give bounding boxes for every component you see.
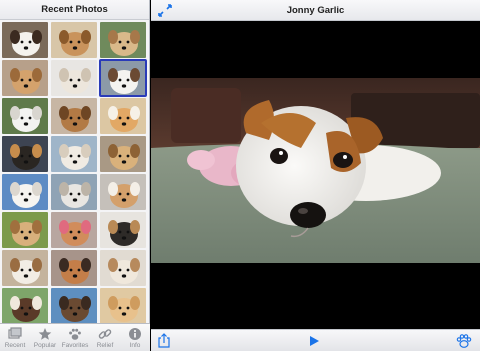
tab-popular[interactable]: Popular xyxy=(30,324,60,351)
photo-viewer: Jonny Garlic xyxy=(151,0,480,351)
photo-thumbnail[interactable] xyxy=(99,59,147,97)
tab-recent[interactable]: Recent xyxy=(0,324,30,351)
photo-thumbnail[interactable] xyxy=(51,98,97,134)
photo-thumbnail[interactable] xyxy=(51,174,97,210)
photo-thumbnail[interactable] xyxy=(2,212,48,248)
tab-label: Popular xyxy=(33,342,57,349)
photo-thumbnail[interactable] xyxy=(2,250,48,286)
photo-thumbnail[interactable] xyxy=(100,212,146,248)
tab-label: Relief xyxy=(96,342,114,349)
viewer-bottom-bar xyxy=(151,329,480,351)
photo-thumbnail[interactable] xyxy=(51,212,97,248)
tab-info[interactable]: Info xyxy=(120,324,150,351)
share-icon[interactable] xyxy=(158,333,170,348)
recent-photos-icon xyxy=(8,327,22,339)
photo-thumbnail[interactable] xyxy=(51,136,97,172)
photo-thumbnail[interactable] xyxy=(100,174,146,210)
photo-thumbnail[interactable] xyxy=(2,22,48,58)
thumbnail-grid xyxy=(0,21,150,323)
photo-thumbnail[interactable] xyxy=(51,22,97,58)
photo-thumbnail[interactable] xyxy=(51,60,97,96)
dog-photo[interactable] xyxy=(151,78,480,263)
paw-icon[interactable] xyxy=(456,333,472,349)
photo-thumbnail[interactable] xyxy=(100,22,146,58)
photo-thumbnail[interactable] xyxy=(2,98,48,134)
photo-thumbnail[interactable] xyxy=(100,136,146,172)
play-icon[interactable] xyxy=(309,335,320,347)
photo-title: Jonny Garlic xyxy=(286,5,345,16)
sidebar-title: Recent Photos xyxy=(0,0,149,20)
tab-label: Favorites xyxy=(61,342,89,349)
paw-icon xyxy=(69,328,81,340)
photo-thumbnail[interactable] xyxy=(100,250,146,286)
photo-thumbnail[interactable] xyxy=(2,174,48,210)
photo-thumbnail[interactable] xyxy=(51,250,97,286)
tab-label: Info xyxy=(129,342,141,349)
star-icon xyxy=(38,328,52,340)
link-icon xyxy=(98,329,112,339)
viewer-top-bar: Jonny Garlic xyxy=(151,0,480,21)
tab-relief[interactable]: Relief xyxy=(90,324,120,351)
tab-bar: Recent Popular Favorites Relief Info xyxy=(0,323,150,351)
photo-thumbnail[interactable] xyxy=(51,288,97,323)
photo-sidebar: Recent Photos Recent Popular Favorites Reli… xyxy=(0,0,150,351)
tab-favorites[interactable]: Favorites xyxy=(60,324,90,351)
info-icon xyxy=(129,328,141,340)
photo-thumbnail[interactable] xyxy=(2,136,48,172)
photo-thumbnail[interactable] xyxy=(2,288,48,323)
tab-label: Recent xyxy=(4,342,26,349)
photo-thumbnail[interactable] xyxy=(100,288,146,323)
photo-thumbnail[interactable] xyxy=(2,60,48,96)
photo-thumbnail[interactable] xyxy=(100,98,146,134)
